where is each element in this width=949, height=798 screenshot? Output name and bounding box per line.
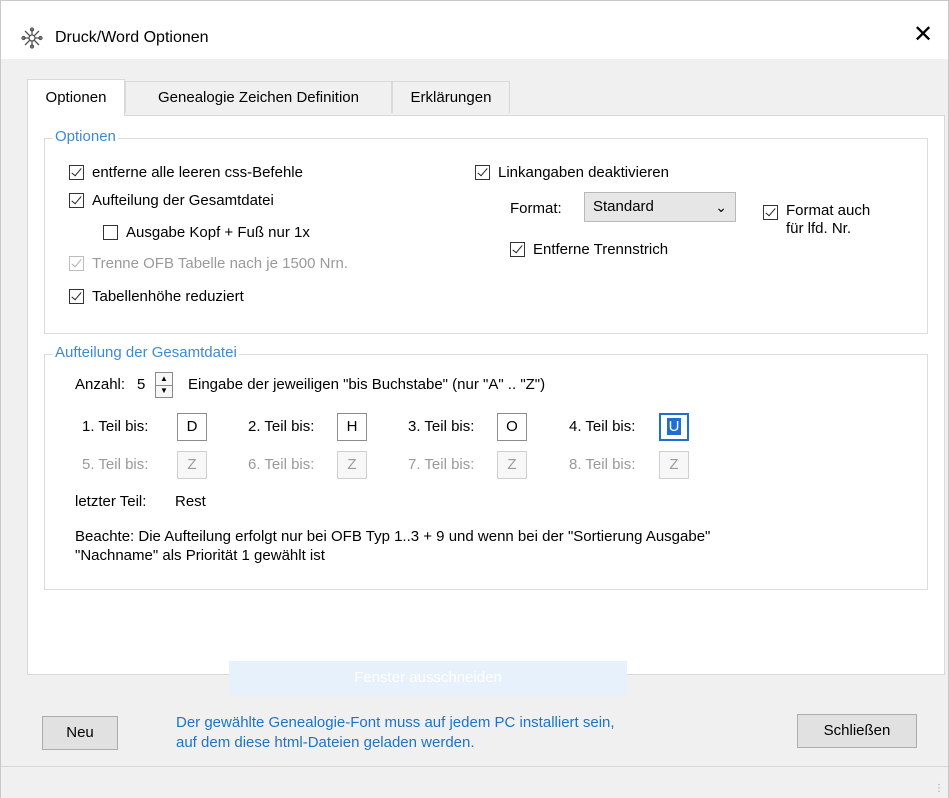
format-also-line2: für lfd. Nr. <box>786 220 852 237</box>
genealogy-tree-icon <box>21 27 43 49</box>
part-5-input[interactable]: Z <box>177 451 207 479</box>
part-5-label: 5. Teil bis: <box>82 456 149 473</box>
checkbox-box[interactable] <box>475 165 490 180</box>
checkbox-box[interactable] <box>763 205 778 220</box>
font-install-note-line2: auf dem diese html-Dateien geladen werde… <box>176 734 475 751</box>
split-file-checkbox[interactable]: Aufteilung der Gesamtdatei <box>69 192 274 209</box>
part-1-input[interactable]: D <box>177 413 207 441</box>
split-note-line1: Beachte: Die Aufteilung erfolgt nur bei … <box>75 528 711 545</box>
tab-page-optionen: Optionen entferne alle leeren css-Befehl… <box>27 115 945 675</box>
cut-window-button[interactable]: Fenster ausschneiden <box>229 661 627 695</box>
part-3-input[interactable]: O <box>497 413 527 441</box>
part-6-input[interactable]: Z <box>337 451 367 479</box>
count-label: Anzahl: <box>75 376 126 393</box>
close-button[interactable]: Schließen <box>797 714 917 748</box>
checkbox-box[interactable] <box>69 289 84 304</box>
part-4-label: 4. Teil bis: <box>569 418 636 435</box>
remove-css-label: entferne alle leeren css-Befehle <box>92 164 303 181</box>
font-install-note: Der gewählte Genealogie-Font muss auf je… <box>176 713 615 753</box>
split-group-title: Aufteilung der Gesamtdatei <box>53 344 239 361</box>
spinner-down-icon[interactable]: ▼ <box>156 385 172 397</box>
split-note: Beachte: Die Aufteilung erfolgt nur bei … <box>75 527 710 565</box>
checkbox-box[interactable] <box>103 225 118 240</box>
part-7-input[interactable]: Z <box>497 451 527 479</box>
split-table-checkbox[interactable]: Trenne OFB Tabelle nach je 1500 Nrn. <box>69 255 348 272</box>
options-group: Optionen entferne alle leeren css-Befehl… <box>44 128 928 334</box>
resize-grip-icon[interactable]: ⋮ <box>934 784 944 794</box>
part-3-label: 3. Teil bis: <box>408 418 475 435</box>
part-6-label: 6. Teil bis: <box>248 456 315 473</box>
reduce-table-height-label: Tabellenhöhe reduziert <box>92 288 244 305</box>
format-label: Format: <box>510 200 562 217</box>
chevron-down-icon: ⌄ <box>715 199 727 215</box>
part-2-label: 2. Teil bis: <box>248 418 315 435</box>
remove-css-checkbox[interactable]: entferne alle leeren css-Befehle <box>69 164 303 181</box>
part-8-input[interactable]: Z <box>659 451 689 479</box>
part-8-label: 8. Teil bis: <box>569 456 636 473</box>
part-4-input[interactable]: U <box>659 413 689 441</box>
count-value[interactable]: 5 <box>137 372 155 398</box>
checkbox-box[interactable] <box>69 165 84 180</box>
format-select[interactable]: Standard ⌄ <box>584 192 736 222</box>
options-group-title: Optionen <box>53 128 118 145</box>
format-also-label: Format auch für lfd. Nr. <box>786 202 870 238</box>
last-part-value: Rest <box>175 493 206 510</box>
header-footer-once-checkbox[interactable]: Ausgabe Kopf + Fuß nur 1x <box>103 224 310 241</box>
format-also-line1: Format auch <box>786 202 871 219</box>
close-icon[interactable]: ✕ <box>908 23 938 47</box>
split-file-label: Aufteilung der Gesamtdatei <box>92 192 274 209</box>
remove-hyphen-label: Entferne Trennstrich <box>533 241 669 258</box>
format-select-value: Standard <box>593 198 654 215</box>
format-also-checkbox[interactable]: Format auch für lfd. Nr. <box>763 202 870 238</box>
split-group: Aufteilung der Gesamtdatei Anzahl: 5 ▲ ▼… <box>44 344 928 590</box>
split-note-line2: "Nachname" als Priorität 1 gewählt ist <box>75 547 325 564</box>
status-bar: ⋮ <box>1 766 948 798</box>
disable-links-checkbox[interactable]: Linkangaben deaktivieren <box>475 164 669 181</box>
remove-hyphen-checkbox[interactable]: Entferne Trennstrich <box>510 241 668 258</box>
title-bar[interactable]: Druck/Word Optionen ✕ <box>1 1 948 59</box>
reduce-table-height-checkbox[interactable]: Tabellenhöhe reduziert <box>69 288 244 305</box>
tab-erklaerungen[interactable]: Erklärungen <box>392 81 510 113</box>
checkbox-box[interactable] <box>69 193 84 208</box>
header-footer-once-label: Ausgabe Kopf + Fuß nur 1x <box>126 224 310 241</box>
part-1-label: 1. Teil bis: <box>82 418 149 435</box>
font-install-note-line1: Der gewählte Genealogie-Font muss auf je… <box>176 714 615 731</box>
tab-optionen[interactable]: Optionen <box>27 79 125 116</box>
tab-genealogie-zeichen-definition[interactable]: Genealogie Zeichen Definition <box>125 81 392 113</box>
part-4-selected-text: U <box>666 418 682 435</box>
part-2-input[interactable]: H <box>337 413 367 441</box>
split-hint: Eingabe der jeweiligen "bis Buchstabe" (… <box>188 376 546 393</box>
checkbox-box[interactable] <box>69 256 84 271</box>
last-part-label: letzter Teil: <box>75 493 147 510</box>
checkbox-box[interactable] <box>510 242 525 257</box>
part-7-label: 7. Teil bis: <box>408 456 475 473</box>
dialog-window: Druck/Word Optionen ✕ Optionen Genealogi… <box>0 0 949 798</box>
split-table-label: Trenne OFB Tabelle nach je 1500 Nrn. <box>92 255 348 272</box>
count-spinner[interactable]: ▲ ▼ <box>155 372 173 398</box>
disable-links-label: Linkangaben deaktivieren <box>498 164 669 181</box>
new-button[interactable]: Neu <box>42 716 118 750</box>
window-title: Druck/Word Optionen <box>55 29 209 46</box>
